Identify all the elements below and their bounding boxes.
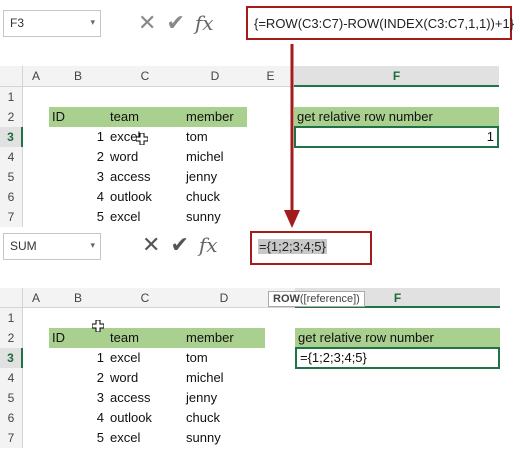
tooltip-args: ([reference]) xyxy=(299,293,360,305)
chevron-down-icon[interactable]: ▾ xyxy=(90,17,95,28)
enter-icon[interactable]: ✔ xyxy=(166,12,184,34)
formula-bar-buttons: ✕ ✔ fx xyxy=(142,234,218,256)
chevron-down-icon[interactable]: ▾ xyxy=(90,240,95,251)
column-header-b[interactable]: B xyxy=(49,66,107,87)
cell-id[interactable]: 1 xyxy=(49,348,107,368)
select-all-corner[interactable] xyxy=(0,288,23,308)
cell-team[interactable]: excel xyxy=(107,207,143,227)
cell-member[interactable]: jenny xyxy=(183,388,220,408)
cell-member[interactable]: chuck xyxy=(183,408,223,428)
cell-id[interactable]: 5 xyxy=(49,207,107,227)
cell-id[interactable]: 5 xyxy=(49,428,107,448)
cell-team[interactable]: access xyxy=(107,388,153,408)
cell-id[interactable]: 4 xyxy=(49,187,107,207)
name-box[interactable]: SUM ▾ xyxy=(3,233,101,260)
tooltip-function: ROW xyxy=(273,293,300,305)
select-all-corner[interactable] xyxy=(0,66,23,87)
cell-team[interactable]: word xyxy=(107,368,141,388)
active-cell-f3[interactable]: 1 xyxy=(294,126,499,148)
row-header-2[interactable]: 2 xyxy=(0,107,23,127)
row-header-6[interactable]: 6 xyxy=(0,187,23,207)
name-box-value: F3 xyxy=(10,16,25,30)
header-member[interactable]: member xyxy=(183,107,237,127)
cell-id[interactable]: 3 xyxy=(49,388,107,408)
row-header-1[interactable]: 1 xyxy=(0,87,23,107)
name-box[interactable]: F3 ▾ xyxy=(3,10,101,37)
column-header-a[interactable]: A xyxy=(23,288,49,308)
name-box-value: SUM xyxy=(10,239,37,253)
row-header-6[interactable]: 6 xyxy=(0,408,23,428)
formula-text: {=ROW(C3:C7)-ROW(INDEX(C3:C7,1,1))+1} xyxy=(254,16,515,31)
annotation-arrow xyxy=(284,44,300,228)
cell-team[interactable]: word xyxy=(107,147,141,167)
row-header-2[interactable]: 2 xyxy=(0,328,23,348)
bottom-grid: A B C D F ROW([reference]) 1 2 3 4 5 6 7… xyxy=(0,288,517,454)
cell-member[interactable]: sunny xyxy=(183,428,224,448)
mouse-cursor-icon xyxy=(91,319,105,333)
cell-member[interactable]: michel xyxy=(183,147,227,167)
row-header-7[interactable]: 7 xyxy=(0,207,23,227)
header-team[interactable]: team xyxy=(107,107,142,127)
insert-function-icon[interactable]: fx xyxy=(195,13,214,33)
cell-id[interactable]: 2 xyxy=(49,147,107,167)
function-tooltip: ROW([reference]) xyxy=(268,291,365,307)
cancel-icon[interactable]: ✕ xyxy=(138,12,156,34)
cell-id[interactable]: 2 xyxy=(49,368,107,388)
column-header-c[interactable]: C xyxy=(107,288,183,308)
row-header-4[interactable]: 4 xyxy=(0,368,23,388)
column-header-c[interactable]: C xyxy=(107,66,183,87)
formula-input[interactable]: {=ROW(C3:C7)-ROW(INDEX(C3:C7,1,1))+1} xyxy=(246,6,515,40)
cell-member[interactable]: tom xyxy=(183,348,211,368)
cell-member[interactable]: sunny xyxy=(183,207,224,227)
cell-team[interactable]: excel xyxy=(107,348,143,368)
formula-bar-buttons: ✕ ✔ fx xyxy=(138,12,214,34)
cell-team[interactable]: outlook xyxy=(107,187,155,207)
cell-team[interactable]: outlook xyxy=(107,408,155,428)
column-header-a[interactable]: A xyxy=(23,66,49,87)
row-header-5[interactable]: 5 xyxy=(0,167,23,187)
cancel-icon[interactable]: ✕ xyxy=(142,234,160,256)
column-header-f[interactable]: F xyxy=(294,66,499,87)
cell-member[interactable]: chuck xyxy=(183,187,223,207)
top-grid: A B C D E F 1 2 3 4 5 6 7 ID team member… xyxy=(0,66,517,228)
header-team[interactable]: team xyxy=(107,328,142,348)
header-member[interactable]: member xyxy=(183,328,237,348)
header-id[interactable]: ID xyxy=(49,107,68,127)
cell-team[interactable]: access xyxy=(107,167,153,187)
formula-text: ={1;2;3;4;5} xyxy=(258,239,327,254)
cell-id[interactable]: 4 xyxy=(49,408,107,428)
column-header-d[interactable]: D xyxy=(183,66,247,87)
row-header-4[interactable]: 4 xyxy=(0,147,23,167)
column-header-d[interactable]: D xyxy=(183,288,265,308)
header-result[interactable]: get relative row number xyxy=(295,328,500,348)
row-header-1[interactable]: 1 xyxy=(0,308,23,328)
cell-member[interactable]: tom xyxy=(183,127,211,147)
cell-member[interactable]: michel xyxy=(183,368,227,388)
header-result[interactable]: get relative row number xyxy=(294,107,499,127)
row-header-3[interactable]: 3 xyxy=(0,127,23,147)
cell-id[interactable]: 1 xyxy=(49,127,107,147)
row-header-7[interactable]: 7 xyxy=(0,428,23,448)
header-id[interactable]: ID xyxy=(49,328,68,348)
row-header-3[interactable]: 3 xyxy=(0,348,23,368)
enter-icon[interactable]: ✔ xyxy=(170,234,188,256)
cell-team[interactable]: excel xyxy=(107,428,143,448)
active-cell-f3[interactable]: ={1;2;3;4;5} xyxy=(295,347,500,369)
formula-input[interactable]: ={1;2;3;4;5} xyxy=(250,231,372,265)
column-header-b[interactable]: B xyxy=(49,288,107,308)
mouse-cursor-icon xyxy=(135,132,149,146)
cell-id[interactable]: 3 xyxy=(49,167,107,187)
row-header-5[interactable]: 5 xyxy=(0,388,23,408)
insert-function-icon[interactable]: fx xyxy=(199,235,218,255)
cell-member[interactable]: jenny xyxy=(183,167,220,187)
